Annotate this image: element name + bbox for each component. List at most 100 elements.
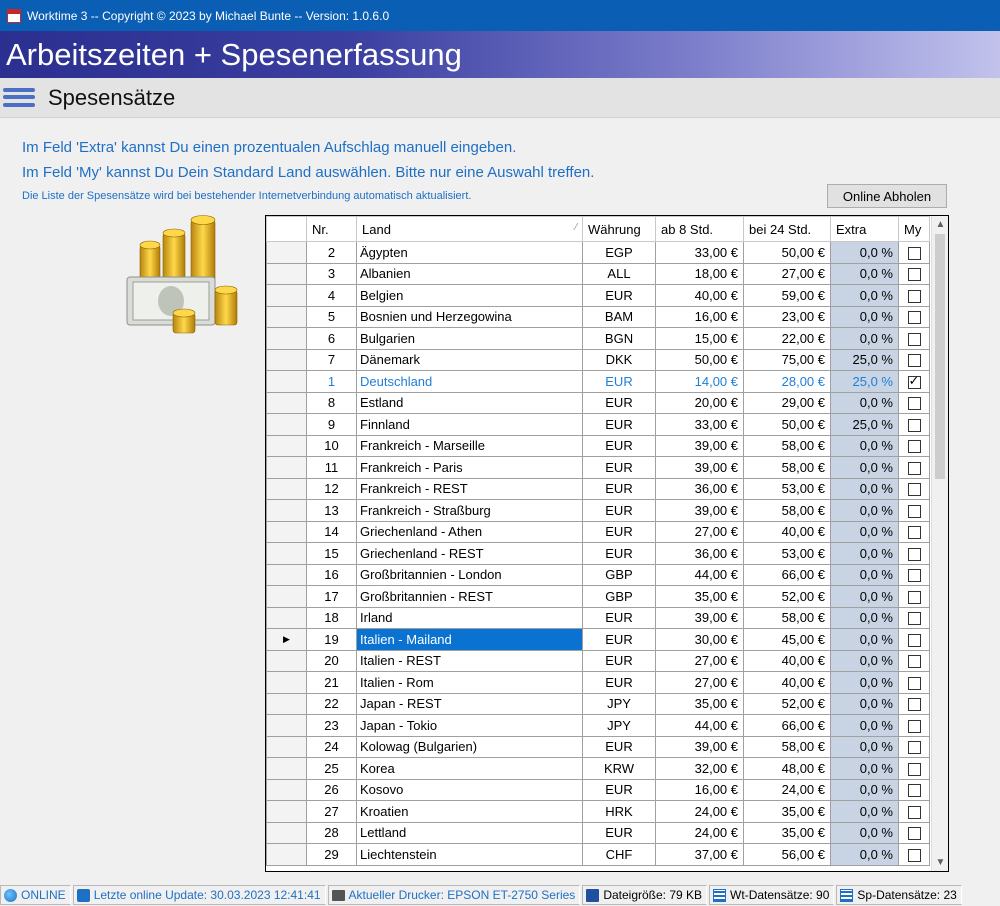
cell-land[interactable]: Kroatien	[356, 800, 583, 823]
checkbox[interactable]	[907, 805, 921, 819]
row-header[interactable]	[266, 542, 307, 565]
cell-land[interactable]: Japan - REST	[356, 692, 583, 715]
table-row[interactable]: 6 Bulgarien BGN 15,00 €22,00 €0,0 %	[266, 327, 930, 350]
cell-nr[interactable]: 16	[306, 563, 357, 586]
table-row[interactable]: 13 Frankreich - Straßburg EUR 39,00 €58,00 …	[266, 499, 930, 522]
row-header[interactable]	[266, 671, 307, 694]
cell-my[interactable]	[898, 262, 930, 285]
cell-waehrung[interactable]: EUR	[582, 735, 656, 758]
cell-land[interactable]: Belgien	[356, 284, 583, 307]
table-row[interactable]: 11 Frankreich - Paris EUR 39,00 €58,00 €0,0…	[266, 456, 930, 479]
cell-nr[interactable]: 12	[306, 477, 357, 500]
checkbox[interactable]	[907, 827, 921, 841]
cell-land[interactable]: Kosovo	[356, 778, 583, 801]
cell-waehrung[interactable]: EUR	[582, 628, 656, 651]
table-row[interactable]: 27 Kroatien HRK 24,00 €35,00 €0,0 %	[266, 800, 930, 823]
cell-land[interactable]: Großbritannien - REST	[356, 585, 583, 608]
cell-ab8[interactable]: 32,00 €	[655, 757, 744, 780]
cell-ab8[interactable]: 30,00 €	[655, 628, 744, 651]
checkbox[interactable]	[907, 268, 921, 282]
row-header[interactable]	[266, 520, 307, 543]
column-header-land[interactable]: Land ⁄	[356, 216, 583, 242]
cell-extra[interactable]: 0,0 %	[830, 714, 899, 737]
row-header[interactable]	[266, 499, 307, 522]
cell-nr[interactable]: 5	[306, 305, 357, 328]
row-header[interactable]	[266, 434, 307, 457]
cell-extra[interactable]: 25,0 %	[830, 370, 899, 393]
row-header[interactable]	[266, 821, 307, 844]
cell-ab8[interactable]: 33,00 €	[655, 241, 744, 264]
row-header[interactable]	[266, 305, 307, 328]
cell-extra[interactable]: 0,0 %	[830, 391, 899, 414]
cell-nr[interactable]: 14	[306, 520, 357, 543]
table-row[interactable]: 21 Italien - Rom EUR 27,00 €40,00 €0,0 %	[266, 671, 930, 694]
cell-waehrung[interactable]: DKK	[582, 348, 656, 371]
cell-nr[interactable]: 6	[306, 327, 357, 350]
checkbox[interactable]	[907, 741, 921, 755]
cell-my[interactable]	[898, 714, 930, 737]
cell-land[interactable]: Frankreich - Straßburg	[356, 499, 583, 522]
checkbox[interactable]	[907, 633, 921, 647]
cell-land[interactable]: Kolowag (Bulgarien)	[356, 735, 583, 758]
cell-waehrung[interactable]: EUR	[582, 477, 656, 500]
scroll-down-icon[interactable]: ▼	[932, 854, 948, 871]
checkbox[interactable]	[907, 311, 921, 325]
row-header[interactable]	[266, 262, 307, 285]
cell-extra[interactable]: 0,0 %	[830, 262, 899, 285]
cell-extra[interactable]: 0,0 %	[830, 757, 899, 780]
table-row[interactable]: 8 Estland EUR 20,00 €29,00 €0,0 %	[266, 391, 930, 414]
checkbox[interactable]	[907, 612, 921, 626]
cell-waehrung[interactable]: BAM	[582, 305, 656, 328]
cell-my[interactable]	[898, 520, 930, 543]
cell-waehrung[interactable]: EUR	[582, 821, 656, 844]
column-header-waehrung[interactable]: Währung	[582, 216, 656, 242]
column-header-my[interactable]: My	[898, 216, 930, 242]
cell-land[interactable]: Bosnien und Herzegowina	[356, 305, 583, 328]
cell-ab8[interactable]: 44,00 €	[655, 714, 744, 737]
cell-waehrung[interactable]: GBP	[582, 563, 656, 586]
checkbox[interactable]	[907, 569, 921, 583]
cell-nr[interactable]: 9	[306, 413, 357, 436]
cell-bei24[interactable]: 58,00 €	[743, 499, 831, 522]
cell-my[interactable]	[898, 843, 930, 866]
cell-ab8[interactable]: 18,00 €	[655, 262, 744, 285]
row-header[interactable]	[266, 757, 307, 780]
cell-land[interactable]: Frankreich - REST	[356, 477, 583, 500]
cell-nr[interactable]: 1	[306, 370, 357, 393]
cell-my[interactable]	[898, 499, 930, 522]
cell-my[interactable]	[898, 305, 930, 328]
cell-ab8[interactable]: 44,00 €	[655, 563, 744, 586]
checkbox[interactable]	[907, 590, 921, 604]
cell-my[interactable]	[898, 284, 930, 307]
cell-land[interactable]: Lettland	[356, 821, 583, 844]
cell-ab8[interactable]: 33,00 €	[655, 413, 744, 436]
online-abholen-button[interactable]: Online Abholen	[827, 184, 947, 208]
cell-my[interactable]	[898, 413, 930, 436]
table-row[interactable]: 17 Großbritannien - REST GBP 35,00 €52,00 €…	[266, 585, 930, 608]
cell-land[interactable]: Estland	[356, 391, 583, 414]
cell-bei24[interactable]: 23,00 €	[743, 305, 831, 328]
cell-waehrung[interactable]: EUR	[582, 499, 656, 522]
row-header[interactable]	[266, 370, 307, 393]
cell-land[interactable]: Frankreich - Paris	[356, 456, 583, 479]
table-row[interactable]: 28 Lettland EUR 24,00 €35,00 €0,0 %	[266, 821, 930, 844]
checkbox[interactable]	[907, 504, 921, 518]
row-header[interactable]	[266, 477, 307, 500]
cell-ab8[interactable]: 35,00 €	[655, 585, 744, 608]
table-row[interactable]: 2 Ägypten EGP 33,00 €50,00 €0,0 %	[266, 241, 930, 264]
cell-nr[interactable]: 3	[306, 262, 357, 285]
table-row[interactable]: 3 Albanien ALL 18,00 €27,00 €0,0 %	[266, 262, 930, 285]
cell-extra[interactable]: 0,0 %	[830, 241, 899, 264]
cell-bei24[interactable]: 48,00 €	[743, 757, 831, 780]
checkbox[interactable]	[907, 332, 921, 346]
table-row[interactable]: 7 Dänemark DKK 50,00 €75,00 €25,0 %	[266, 348, 930, 371]
cell-my[interactable]	[898, 628, 930, 651]
rates-grid[interactable]: Nr. Land ⁄ Währung ab 8 Std. bei 24 Std. …	[265, 215, 949, 872]
cell-land[interactable]: Bulgarien	[356, 327, 583, 350]
cell-nr[interactable]: 27	[306, 800, 357, 823]
row-header[interactable]	[266, 606, 307, 629]
cell-my[interactable]	[898, 477, 930, 500]
cell-bei24[interactable]: 29,00 €	[743, 391, 831, 414]
cell-bei24[interactable]: 40,00 €	[743, 671, 831, 694]
table-row[interactable]: 10 Frankreich - Marseille EUR 39,00 €58,00 …	[266, 434, 930, 457]
